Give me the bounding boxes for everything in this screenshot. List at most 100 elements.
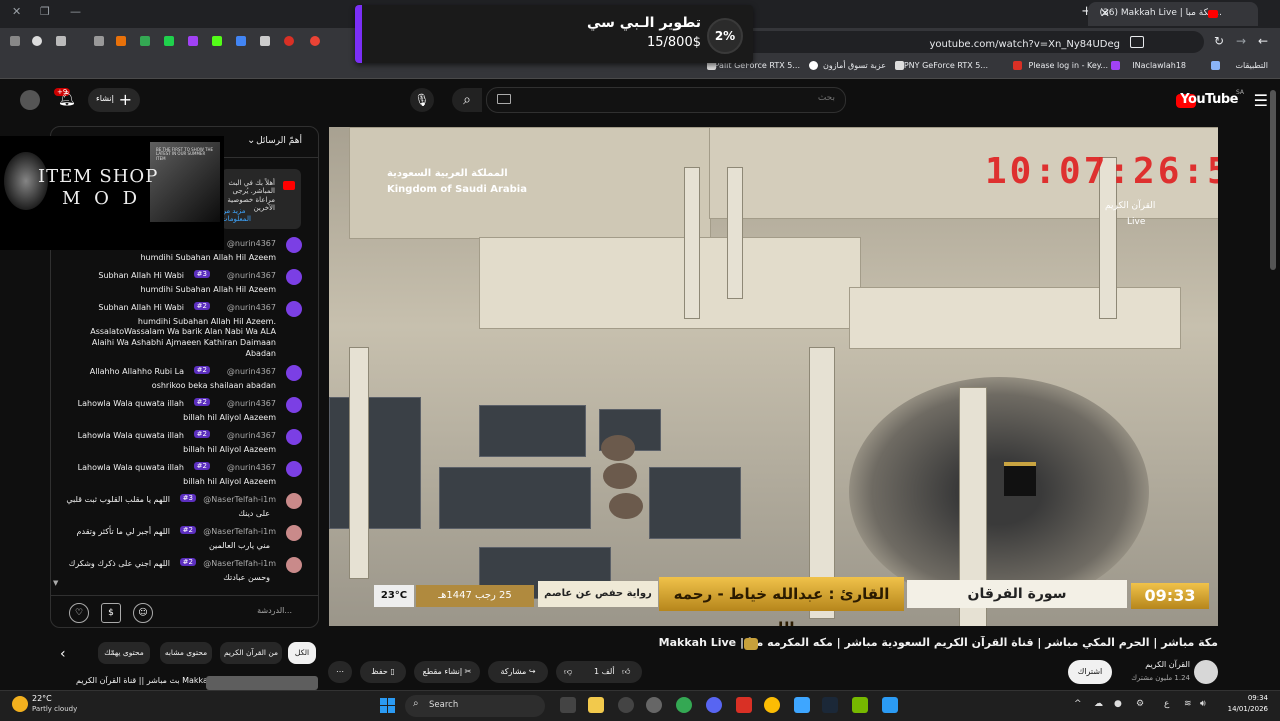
share-button[interactable]: مشاركة ↪ (488, 661, 548, 683)
avatar[interactable] (20, 90, 40, 110)
kick-extension-icon[interactable] (212, 36, 222, 46)
extension-icon[interactable] (284, 36, 294, 46)
video-player[interactable]: المملكة العربية السعودية Kingdom of Saud… (329, 127, 1218, 626)
user-avatar[interactable] (286, 557, 302, 573)
chat-username[interactable]: @nurin4367 (227, 431, 276, 440)
user-avatar[interactable] (286, 461, 302, 477)
chat-username[interactable]: @nurin4367 (227, 271, 276, 280)
clip-button[interactable]: إنشاء مقطع ✂ (414, 661, 480, 683)
task-view-icon[interactable] (560, 697, 576, 713)
user-avatar[interactable] (286, 429, 302, 445)
chat-username[interactable]: @nurin4367 (227, 367, 276, 376)
profile-icon[interactable] (32, 36, 42, 46)
app-icon[interactable] (736, 697, 752, 713)
extension-icon[interactable] (188, 36, 198, 46)
tray-app-icon[interactable]: ● (1114, 699, 1122, 709)
browser-tab[interactable]: ✕ (36) Makkah Live | مكة مبا... (1088, 2, 1258, 26)
microphone-icon[interactable]: 🎙︎ (410, 88, 434, 112)
taskbar-weather-condition[interactable]: Partly cloudy (32, 705, 77, 713)
chevron-down-icon[interactable]: ⌄ (247, 135, 255, 146)
chip[interactable]: محتوى يهمّك (98, 642, 150, 664)
chat-input[interactable]: الدردشة... (257, 606, 292, 615)
chat-username[interactable]: @nurin4367 (227, 239, 276, 248)
user-avatar[interactable] (286, 301, 302, 317)
user-avatar[interactable] (286, 493, 302, 509)
close-window-icon[interactable]: ✕ (12, 5, 21, 18)
user-avatar[interactable] (286, 237, 302, 253)
app-icon[interactable] (618, 697, 634, 713)
bookmark-apps[interactable]: التطبيقات (1236, 61, 1268, 70)
extension-icon[interactable] (94, 36, 104, 46)
weather-sun-icon[interactable] (12, 696, 28, 712)
wifi-icon[interactable]: ≋ (1184, 699, 1192, 709)
chrome-icon[interactable] (764, 697, 780, 713)
extension-icon[interactable] (164, 36, 174, 46)
like-icon[interactable]: 👍︎ (622, 661, 630, 683)
youtube-logo[interactable]: YouTube (1180, 92, 1238, 107)
back-icon[interactable]: ← (1258, 34, 1268, 48)
minimize-window-icon[interactable]: — (70, 5, 81, 18)
subscribe-button[interactable]: اشتراك (1068, 660, 1112, 684)
scrollbar[interactable] (1270, 90, 1276, 270)
emoji-icon[interactable]: ☺ (133, 603, 153, 623)
pinned-message[interactable]: أهلاً بك في البث المباشر. يُرجى مراعاة خ… (221, 169, 301, 229)
chat-username[interactable]: @NaserTelfah-i1m (203, 527, 276, 536)
chat-filter-label[interactable]: أهمّ الرسائل (256, 136, 302, 146)
chip[interactable]: من القرآن الكريم (220, 642, 282, 664)
extension-icon[interactable] (56, 36, 66, 46)
chip[interactable]: محتوى مشابه (160, 642, 212, 664)
scroll-down-icon[interactable]: ▼ (53, 579, 58, 587)
tray-chevron-icon[interactable]: ^ (1074, 699, 1082, 709)
bookmark-item[interactable]: عزبة تسوق أمازون (823, 61, 886, 70)
extension-icon[interactable] (140, 36, 150, 46)
dislike-icon[interactable]: 👎︎ (564, 661, 572, 683)
chat-username[interactable]: @NaserTelfah-i1m (203, 495, 276, 504)
user-avatar[interactable] (286, 397, 302, 413)
create-button[interactable]: إنشاء + (88, 88, 140, 112)
extension-icon[interactable] (236, 36, 246, 46)
taskbar-date[interactable]: 14/01/2026 (1228, 705, 1268, 713)
super-chat-icon[interactable]: $ (101, 603, 121, 623)
discord-icon[interactable] (706, 697, 722, 713)
taskbar-search[interactable]: ⌕ Search (405, 695, 545, 717)
bell-icon[interactable]: 🔔︎ (58, 91, 76, 107)
url-text[interactable]: youtube.com/watch?v=Xn_Ny84UDeg (929, 39, 1120, 50)
nvidia-icon[interactable] (852, 697, 868, 713)
extension-icon[interactable] (116, 36, 126, 46)
save-button[interactable]: حفظ ▯ (360, 661, 406, 683)
settings-icon[interactable] (646, 697, 662, 713)
menu-dots-icon[interactable] (10, 36, 20, 46)
chevron-left-icon[interactable]: ‹ (60, 646, 66, 662)
chip-active[interactable]: الكل (288, 642, 316, 664)
user-avatar[interactable] (286, 269, 302, 285)
app-icon[interactable] (882, 697, 898, 713)
reload-icon[interactable]: ↻ (1214, 34, 1224, 48)
search-input[interactable]: بحث (486, 87, 846, 113)
app-icon[interactable] (794, 697, 810, 713)
channel-avatar[interactable] (1194, 660, 1218, 684)
chat-username[interactable]: @nurin4367 (227, 463, 276, 472)
taskbar-temp[interactable]: 22°C (32, 694, 52, 703)
hamburger-menu-icon[interactable]: ☰ (1254, 91, 1268, 110)
chat-username[interactable]: @nurin4367 (227, 303, 276, 312)
steam-icon[interactable] (822, 697, 838, 713)
file-explorer-icon[interactable] (588, 697, 604, 713)
user-avatar[interactable] (286, 365, 302, 381)
extension-icon[interactable] (310, 36, 320, 46)
keyboard-icon[interactable] (497, 94, 511, 104)
windows-start-icon[interactable] (380, 698, 396, 714)
site-settings-icon[interactable] (1130, 36, 1144, 48)
bookmark-item[interactable]: Please log in - Key... (1029, 61, 1109, 70)
recommendation-item[interactable]: بث مباشر || قناة القرآن الكريم Makkah (76, 676, 318, 690)
volume-icon[interactable]: 🔊︎ (1200, 699, 1206, 709)
keyboard-language[interactable]: ع (1164, 699, 1169, 709)
bookmark-item[interactable]: INaclawlah18 (1132, 61, 1186, 70)
tray-app-icon[interactable]: ⚙ (1136, 699, 1144, 709)
pinned-more-link[interactable]: مزيد من المعلومات (221, 207, 275, 223)
maximize-window-icon[interactable]: ❐ (40, 5, 50, 18)
tray-app-icon[interactable]: ☁ (1094, 699, 1103, 709)
more-actions-button[interactable]: ⋯ (328, 661, 352, 683)
user-avatar[interactable] (286, 525, 302, 541)
bookmark-item[interactable]: PNY GeForce RTX 5... (904, 61, 988, 70)
heart-icon[interactable]: ♡ (69, 603, 89, 623)
